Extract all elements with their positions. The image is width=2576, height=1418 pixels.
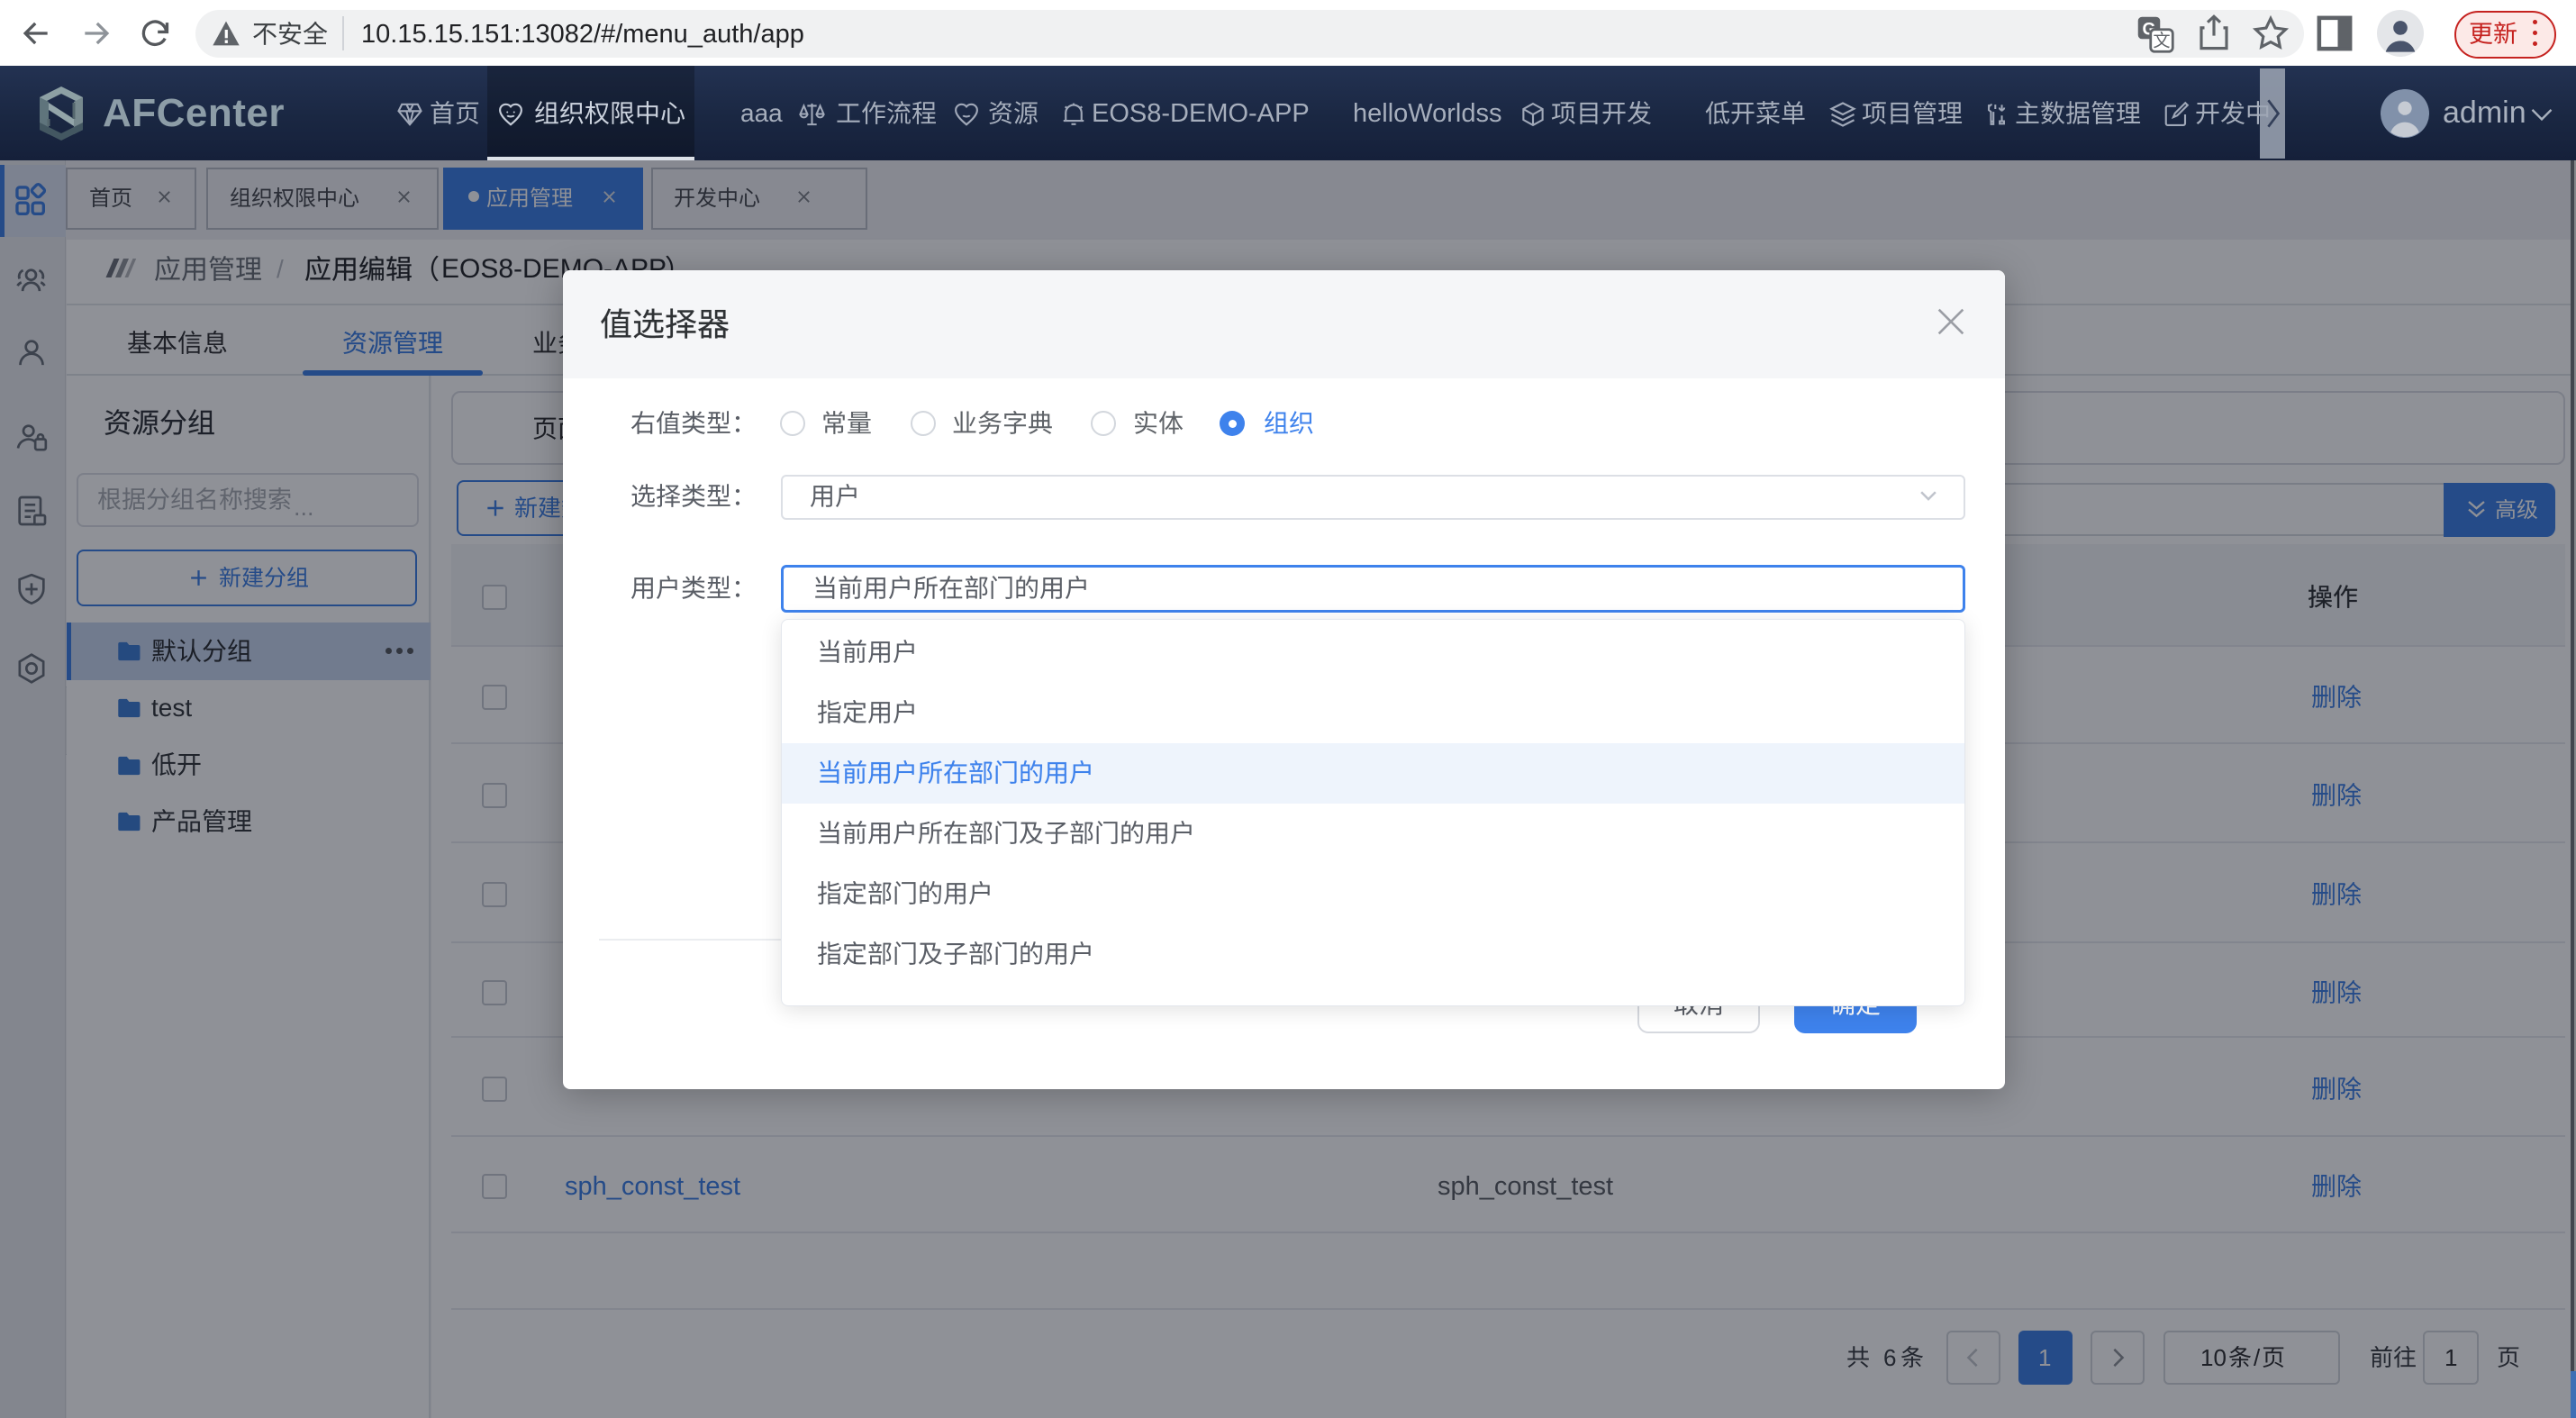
svg-text:文: 文 (2153, 32, 2170, 51)
